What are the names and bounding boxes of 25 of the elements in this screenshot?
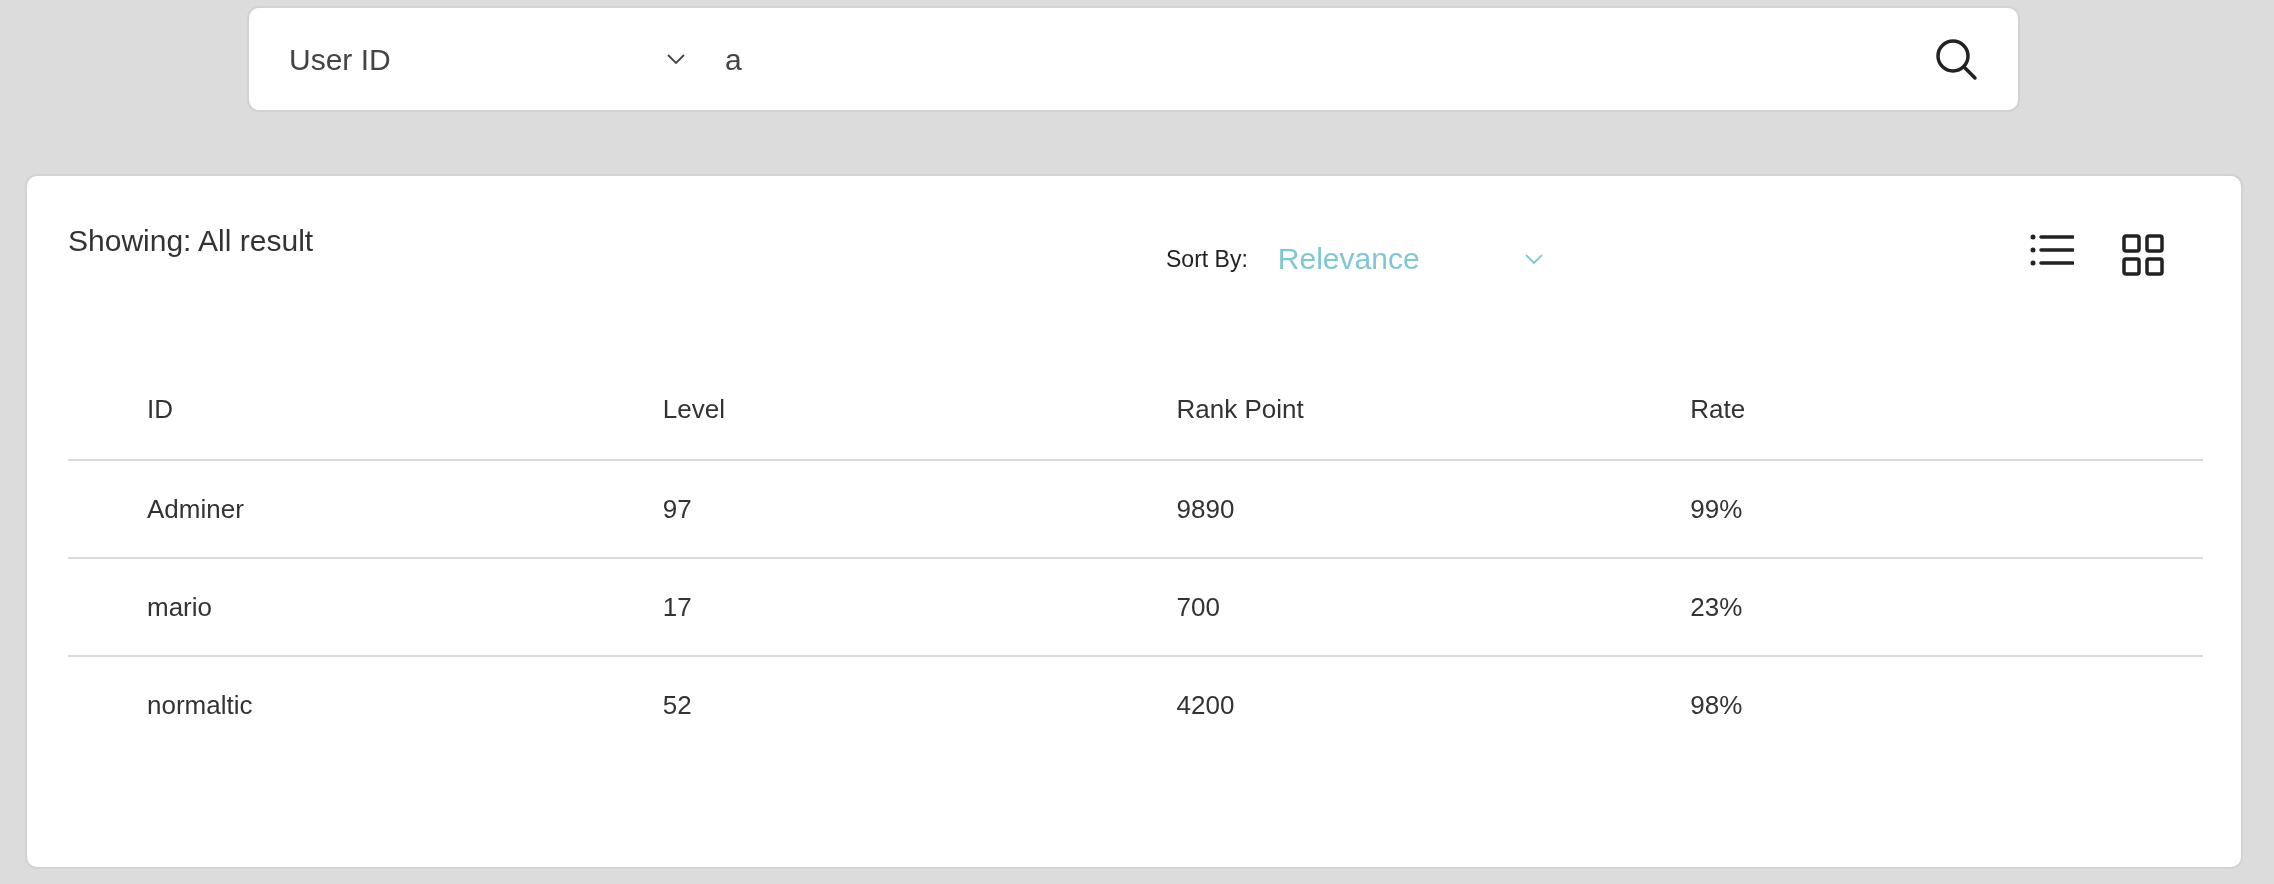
column-header: Rank Point bbox=[1175, 360, 1690, 460]
list-view-button[interactable] bbox=[2030, 234, 2074, 266]
table-cell: 99% bbox=[1689, 460, 2203, 558]
table-cell: 97 bbox=[661, 460, 1176, 558]
column-header: ID bbox=[68, 360, 662, 460]
grid-view-button[interactable] bbox=[2122, 234, 2164, 276]
table-cell: 9890 bbox=[1175, 460, 1690, 558]
table-cell: 52 bbox=[661, 656, 1176, 754]
table-cell: 98% bbox=[1689, 656, 2203, 754]
chevron-icon bbox=[667, 54, 685, 64]
field-select[interactable]: User ID bbox=[289, 36, 725, 82]
search-field[interactable]: User ID a bbox=[247, 6, 2020, 112]
sort-label: Sort By: bbox=[1166, 245, 1248, 274]
table-cell: normaltic bbox=[68, 656, 662, 754]
table-cell: 4200 bbox=[1175, 656, 1690, 754]
table-cell: mario bbox=[68, 558, 662, 656]
chevron-icon bbox=[1524, 253, 1543, 264]
showing-label: Showing: All result bbox=[68, 223, 315, 259]
table-cell: 700 bbox=[1175, 558, 1690, 656]
table-cell: 23% bbox=[1689, 558, 2203, 656]
search-button[interactable] bbox=[1934, 37, 1978, 81]
column-header: Rate bbox=[1689, 360, 2203, 460]
table-cell: 17 bbox=[661, 558, 1176, 656]
column-header: Level bbox=[661, 360, 1176, 460]
table-cell: Adminer bbox=[68, 460, 662, 558]
